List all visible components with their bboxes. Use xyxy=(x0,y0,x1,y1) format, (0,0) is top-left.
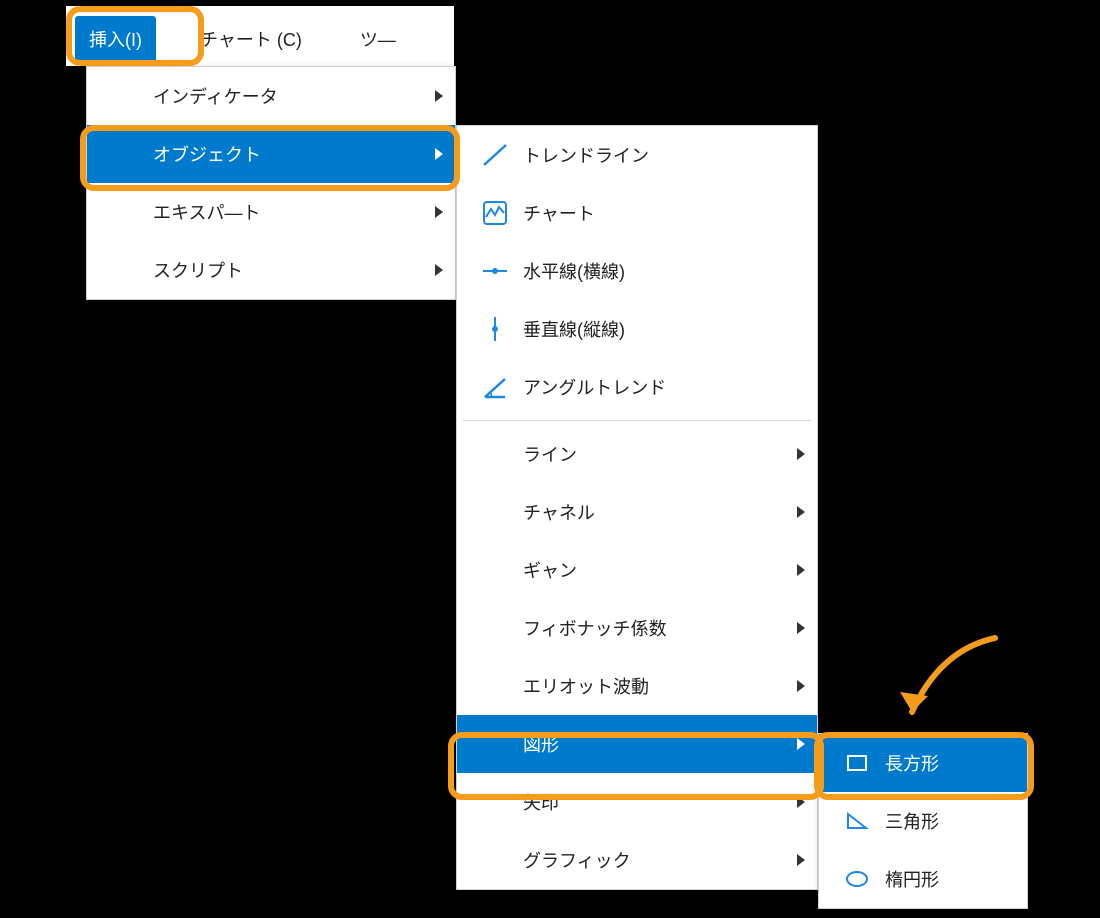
menuitem-rectangle[interactable]: 長方形 xyxy=(819,734,1027,792)
rectangle-icon xyxy=(835,750,879,776)
menuitem-fibonacci-label: フィボナッチ係数 xyxy=(517,615,801,641)
menuitem-experts[interactable]: エキスパ―ト xyxy=(87,183,455,241)
menuitem-fibonacci-submenu[interactable]: フィボナッチ係数 xyxy=(457,599,817,657)
menuitem-horizontal-line[interactable]: 水平線(横線) xyxy=(457,242,817,300)
menuitem-trendline-label: トレンドライン xyxy=(517,142,801,168)
horizontal-line-icon xyxy=(473,257,517,285)
menubar-chart-label: チャート (C) xyxy=(200,30,302,50)
menuitem-scripts-label: スクリプト xyxy=(147,257,439,283)
dropdown-shapes: 長方形 三角形 楕円形 xyxy=(818,733,1028,909)
menu-divider xyxy=(463,420,811,421)
dropdown-objects: トレンドライン チャート 水平線(横線) 垂直線(縦線) アングルトレンド ライ… xyxy=(456,125,818,890)
trendline-icon xyxy=(473,141,517,169)
menuitem-gann-label: ギャン xyxy=(517,557,801,583)
menubar-chart[interactable]: チャート (C) xyxy=(186,16,316,62)
menuitem-graphics-label: グラフィック xyxy=(517,847,801,873)
menuitem-objects[interactable]: オブジェクト xyxy=(87,125,455,183)
menuitem-scripts[interactable]: スクリプト xyxy=(87,241,455,299)
menuitem-gann-submenu[interactable]: ギャン xyxy=(457,541,817,599)
chart-icon xyxy=(473,199,517,227)
menuitem-channel-submenu[interactable]: チャネル xyxy=(457,483,817,541)
menuitem-angle-trend[interactable]: アングルトレンド xyxy=(457,358,817,416)
menuitem-trendline[interactable]: トレンドライン xyxy=(457,126,817,184)
menuitem-rectangle-label: 長方形 xyxy=(879,750,1011,776)
menuitem-vertical-line-label: 垂直線(縦線) xyxy=(517,316,801,342)
menuitem-indicators[interactable]: インディケータ xyxy=(87,67,455,125)
menuitem-chart-label: チャート xyxy=(517,200,801,226)
annotation-arrow xyxy=(880,630,1010,740)
menuitem-vertical-line[interactable]: 垂直線(縦線) xyxy=(457,300,817,358)
menuitem-chart[interactable]: チャート xyxy=(457,184,817,242)
menubar: 挿入(I) チャート (C) ツ― xyxy=(75,15,396,63)
ellipse-icon xyxy=(835,866,879,892)
menubar-tools-label: ツ― xyxy=(360,30,396,50)
menubar-insert[interactable]: 挿入(I) xyxy=(75,16,156,62)
menuitem-elliott-submenu[interactable]: エリオット波動 xyxy=(457,657,817,715)
menuitem-line-submenu[interactable]: ライン xyxy=(457,425,817,483)
menuitem-line-label: ライン xyxy=(517,441,801,467)
menuitem-objects-label: オブジェクト xyxy=(147,141,439,167)
menuitem-graphics-submenu[interactable]: グラフィック xyxy=(457,831,817,889)
menuitem-elliott-label: エリオット波動 xyxy=(517,673,801,699)
menuitem-arrows-submenu[interactable]: 矢印 xyxy=(457,773,817,831)
dropdown-insert: インディケータ オブジェクト エキスパ―ト スクリプト xyxy=(86,66,456,300)
triangle-icon xyxy=(835,808,879,834)
menuitem-experts-label: エキスパ―ト xyxy=(147,199,439,225)
menuitem-channel-label: チャネル xyxy=(517,499,801,525)
vertical-line-icon xyxy=(473,315,517,343)
angle-trend-icon xyxy=(473,373,517,401)
menuitem-indicators-label: インディケータ xyxy=(147,83,439,109)
menuitem-arrows-label: 矢印 xyxy=(517,789,801,815)
menuitem-shapes-submenu[interactable]: 図形 xyxy=(457,715,817,773)
menuitem-angle-trend-label: アングルトレンド xyxy=(517,374,801,400)
menuitem-triangle[interactable]: 三角形 xyxy=(819,792,1027,850)
menuitem-ellipse[interactable]: 楕円形 xyxy=(819,850,1027,908)
menuitem-horizontal-line-label: 水平線(横線) xyxy=(517,258,801,284)
menubar-insert-label: 挿入(I) xyxy=(89,30,142,50)
menuitem-shapes-label: 図形 xyxy=(517,731,801,757)
menubar-tools-fragment[interactable]: ツ― xyxy=(346,16,396,62)
menuitem-triangle-label: 三角形 xyxy=(879,808,1011,834)
menuitem-ellipse-label: 楕円形 xyxy=(879,866,1011,892)
